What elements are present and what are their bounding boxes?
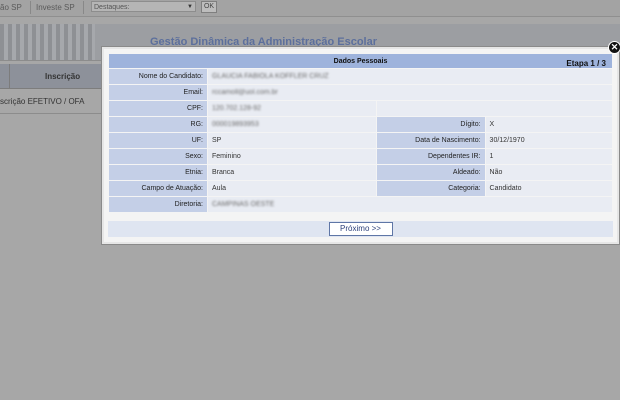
diretoria-label: Diretoria: bbox=[109, 197, 207, 212]
sexo-value: Feminino bbox=[208, 149, 376, 164]
personal-data-table: Dados Pessoais Etapa 1 / 3 Nome do Candi… bbox=[108, 53, 613, 213]
step-indicator: Etapa 1 / 3 bbox=[566, 59, 606, 68]
rg-value: 000019893953 bbox=[212, 121, 259, 128]
banner-building-image bbox=[0, 24, 95, 60]
nascimento-label: Data de Nascimento: bbox=[376, 133, 485, 148]
etnia-value: Branca bbox=[208, 165, 376, 180]
nascimento-value: 30/12/1970 bbox=[485, 133, 612, 148]
etnia-label: Etnia: bbox=[109, 165, 207, 180]
email-label: Email: bbox=[109, 85, 207, 100]
uf-label: UF: bbox=[109, 133, 207, 148]
aldeado-value: Não bbox=[485, 165, 612, 180]
nome-label: Nome do Candidato: bbox=[109, 69, 207, 84]
nav-separator bbox=[30, 1, 31, 14]
cpf-value: 120.702.128-92 bbox=[212, 105, 262, 112]
column-separator bbox=[9, 64, 10, 88]
uf-value: SP bbox=[208, 133, 376, 148]
destaques-select[interactable]: Destaques: ▼ bbox=[91, 1, 196, 12]
campo-atuacao-value: Aula bbox=[208, 181, 376, 196]
email-value: rccamoll@uol.com.br bbox=[212, 89, 278, 96]
ok-button[interactable]: OK bbox=[201, 1, 217, 13]
nav-link-investe-sp[interactable]: Investe SP bbox=[36, 3, 75, 12]
dados-pessoais-modal: Dados Pessoais Etapa 1 / 3 Nome do Candi… bbox=[102, 47, 619, 244]
dependentes-label: Dependentes IR: bbox=[376, 149, 485, 164]
nome-value: GLAUCIA FABIOLA KOFFLER CRUZ bbox=[212, 73, 329, 80]
campo-atuacao-label: Campo de Atuação: bbox=[109, 181, 207, 196]
cpf-label: CPF: bbox=[109, 101, 207, 116]
next-button[interactable]: Próximo >> bbox=[328, 222, 393, 236]
diretoria-value: CAMPINAS OESTE bbox=[212, 201, 275, 208]
empty-cell bbox=[376, 101, 612, 116]
column-header-inscricao: Inscrição bbox=[45, 72, 81, 81]
rg-label: RG: bbox=[109, 117, 207, 132]
background-row-text: scrição EFETIVO / OFA bbox=[0, 97, 85, 106]
modal-header: Dados Pessoais Etapa 1 / 3 bbox=[109, 54, 612, 68]
aldeado-label: Aldeado: bbox=[376, 165, 485, 180]
sexo-label: Sexo: bbox=[109, 149, 207, 164]
close-icon[interactable]: ✕ bbox=[608, 41, 620, 54]
digito-label: Dígito: bbox=[376, 117, 485, 132]
chevron-down-icon: ▼ bbox=[187, 4, 193, 10]
modal-footer: Próximo >> bbox=[108, 221, 613, 237]
digito-value: X bbox=[485, 117, 612, 132]
top-navigation-bar: ão SP Investe SP Destaques: ▼ OK bbox=[0, 0, 620, 17]
categoria-label: Categoria: bbox=[376, 181, 485, 196]
dependentes-value: 1 bbox=[485, 149, 612, 164]
categoria-value: Candidato bbox=[485, 181, 612, 196]
destaques-select-label: Destaques: bbox=[94, 4, 130, 11]
modal-title: Dados Pessoais bbox=[333, 57, 388, 65]
nav-link-sp[interactable]: ão SP bbox=[0, 3, 22, 12]
nav-separator bbox=[83, 1, 84, 14]
